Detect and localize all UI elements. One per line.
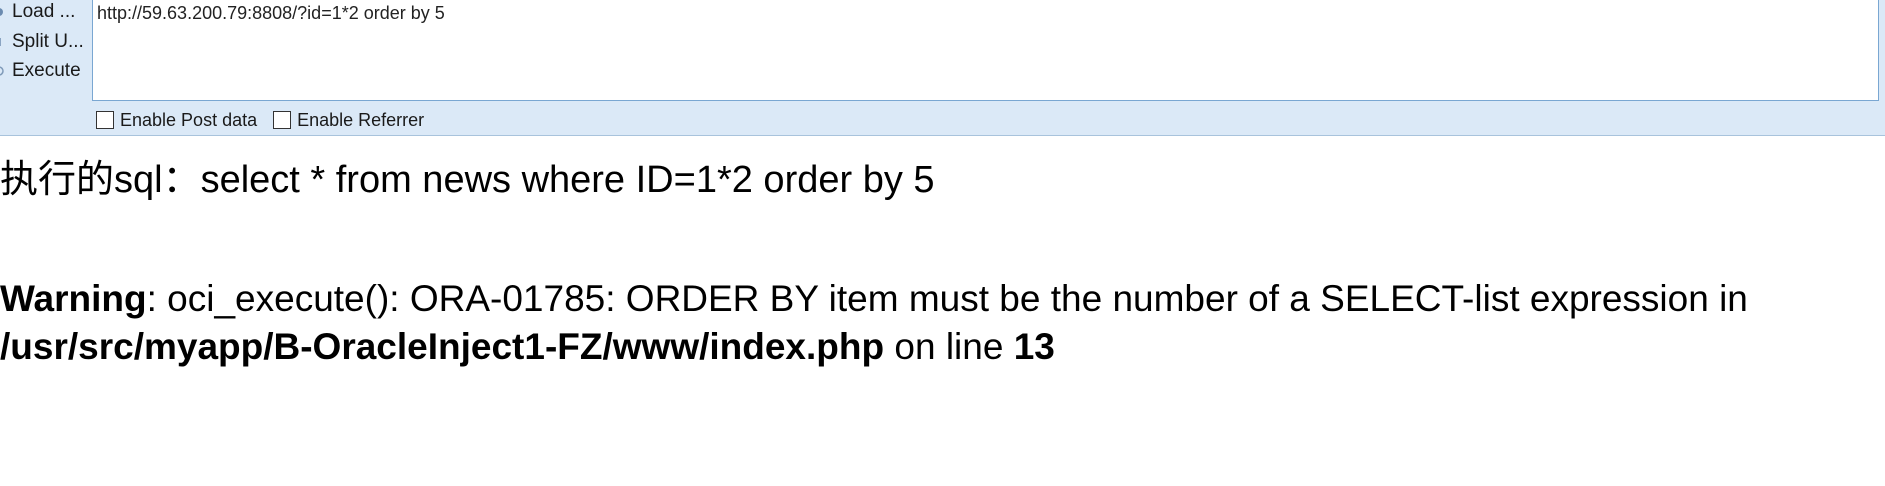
warning-label: Warning	[0, 278, 147, 319]
url-input[interactable]	[92, 0, 1879, 101]
enable-referrer-label: Enable Referrer	[297, 109, 425, 130]
hackbar-actions: Load ... Split U... Execute	[0, 0, 92, 100]
enable-post-data-label: Enable Post data	[120, 109, 258, 130]
warning-message: : oci_execute(): ORA-01785: ORDER BY ite…	[146, 278, 1748, 319]
hackbar-toolbar: Load ... Split U... Execute Enable Post …	[0, 0, 1885, 136]
load-url-label: Load ...	[12, 1, 76, 22]
executed-sql-text: 执行的sql：select * from news where ID=1*2 o…	[0, 159, 935, 201]
execute-button[interactable]: Execute	[0, 59, 81, 83]
post-data-checkbox-box[interactable]	[96, 111, 114, 129]
split-icon	[0, 36, 6, 48]
warning-on-line-text: on line	[884, 326, 1014, 367]
warning-line: Warning: oci_execute(): ORA-01785: ORDER…	[0, 278, 1748, 320]
warning-file-path: /usr/src/myapp/B-OracleInject1-FZ/www/in…	[0, 326, 885, 367]
execute-icon	[0, 65, 6, 77]
referrer-checkbox-box[interactable]	[273, 111, 292, 129]
split-url-button[interactable]: Split U...	[0, 30, 84, 54]
load-icon	[0, 6, 6, 18]
enable-referrer-checkbox[interactable]: Enable Referrer	[273, 110, 424, 131]
execute-label: Execute	[12, 60, 81, 81]
enable-post-data-checkbox[interactable]: Enable Post data	[96, 110, 257, 131]
warning-line-number: 13	[1013, 326, 1055, 367]
load-url-button[interactable]: Load ...	[0, 0, 75, 24]
warning-location: /usr/src/myapp/B-OracleInject1-FZ/www/in…	[0, 326, 1055, 368]
hackbar-options: Enable Post data Enable Referrer	[96, 108, 440, 132]
split-url-label: Split U...	[12, 31, 84, 52]
